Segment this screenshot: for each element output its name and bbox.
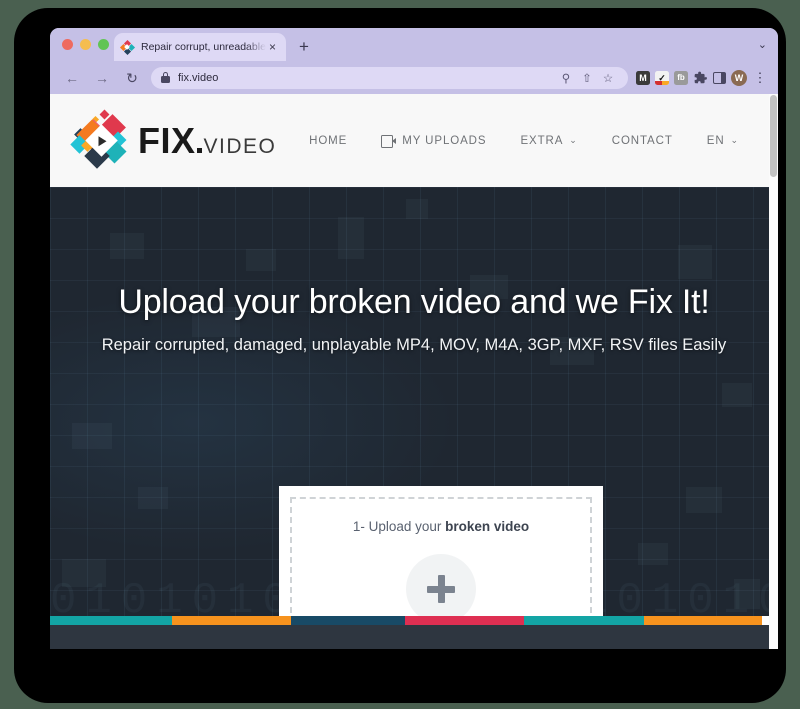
- chevron-down-icon: ⌄: [730, 135, 739, 145]
- reload-button[interactable]: ↻: [119, 65, 145, 91]
- fix-video-logo-icon: [70, 109, 132, 172]
- close-icon[interactable]: ×: [266, 41, 279, 53]
- page-title: Upload your broken video and we Fix It!: [118, 283, 710, 321]
- extension-facebook-tools[interactable]: fb: [674, 70, 688, 85]
- stripe-segment-2: [291, 616, 405, 625]
- stripe-segment-4: [405, 616, 524, 625]
- nav-item-label: MY UPLOADS: [402, 134, 487, 147]
- back-button[interactable]: ←: [59, 65, 85, 91]
- new-tab-button[interactable]: +: [294, 37, 314, 57]
- search-icon[interactable]: ⚲: [556, 71, 576, 85]
- hero-text-block: Upload your broken video and we Fix It! …: [50, 187, 778, 355]
- hero-subtitle: Repair corrupted, damaged, unplayable MP…: [101, 336, 727, 354]
- wordmark-fix: FIX: [138, 119, 196, 161]
- browser-window: Repair corrupt, unreadable MP × + ⌄ ← → …: [50, 28, 778, 649]
- nav-item-label: EN: [706, 134, 725, 147]
- browser-tab-title: Repair corrupt, unreadable MP: [141, 41, 266, 53]
- scrollbar-thumb[interactable]: [770, 95, 777, 177]
- extensions-puzzle-icon[interactable]: [693, 71, 708, 85]
- chevron-down-icon[interactable]: ⌄: [758, 38, 767, 51]
- bookmark-star-icon[interactable]: ☆: [598, 71, 618, 85]
- window-minimize-button[interactable]: [80, 39, 91, 50]
- side-panel-icon[interactable]: [713, 71, 726, 84]
- site-wordmark: FIX VIDEO: [138, 120, 276, 162]
- address-bar-actions: ⚲ ⇧ ☆: [556, 71, 618, 85]
- stripe-segment-0: [50, 616, 172, 625]
- window-traffic-lights: [62, 39, 109, 50]
- upload-step-prefix: 1- Upload your: [352, 519, 446, 534]
- address-bar-url: fix.video: [178, 71, 219, 84]
- stripe-segment-5: [524, 616, 644, 625]
- window-close-button[interactable]: [62, 39, 73, 50]
- stripe-segment-1: [172, 616, 291, 625]
- page-viewport: FIX VIDEO HOME MY UPLOADS EXTRA ⌄ CONTAC…: [50, 94, 778, 649]
- nav-item-my-uploads[interactable]: MY UPLOADS: [364, 134, 503, 148]
- browser-toolbar: ← → ↻ fix.video ⚲ ⇧ ☆ M ✓ fb W ⋮: [50, 61, 778, 94]
- site-navigation: HOME MY UPLOADS EXTRA ⌄ CONTACT EN ⌄: [292, 134, 756, 148]
- browser-tab-active[interactable]: Repair corrupt, unreadable MP ×: [114, 33, 286, 61]
- address-bar[interactable]: fix.video ⚲ ⇧ ☆: [151, 66, 628, 89]
- nav-item-extra[interactable]: EXTRA ⌄: [503, 135, 594, 147]
- wordmark-dot: [196, 147, 202, 153]
- nav-item-label: HOME: [309, 134, 348, 147]
- nav-item-contact[interactable]: CONTACT: [595, 135, 690, 147]
- lock-icon: [161, 72, 170, 83]
- fix-video-favicon: [119, 39, 136, 55]
- extension-grammar-check[interactable]: ✓: [655, 70, 669, 85]
- nav-item-language[interactable]: EN ⌄: [690, 135, 756, 147]
- forward-button[interactable]: →: [89, 65, 115, 91]
- wordmark-video: VIDEO: [203, 134, 277, 158]
- vertical-scrollbar[interactable]: [769, 94, 778, 649]
- upload-step-emphasis: broken video: [445, 519, 530, 534]
- chevron-down-icon: ⌄: [569, 135, 578, 145]
- site-footer-band: [50, 625, 778, 649]
- site-logo[interactable]: FIX VIDEO: [70, 109, 276, 172]
- window-maximize-button[interactable]: [98, 39, 109, 50]
- video-camera-icon: [381, 135, 397, 148]
- stripe-segment-6: [644, 616, 762, 625]
- nav-item-home[interactable]: HOME: [292, 135, 364, 147]
- extension-mailtrack[interactable]: M: [636, 70, 650, 85]
- browser-menu-button[interactable]: ⋮: [752, 71, 768, 84]
- upload-step-label: 1- Upload your broken video: [353, 519, 529, 534]
- nav-item-label: CONTACT: [611, 134, 673, 147]
- share-icon[interactable]: ⇧: [577, 71, 597, 85]
- avatar[interactable]: W: [731, 69, 747, 86]
- color-stripe-bar: [50, 616, 778, 625]
- nav-item-label: EXTRA: [520, 134, 564, 147]
- device-bezel: Repair corrupt, unreadable MP × + ⌄ ← → …: [14, 8, 786, 703]
- site-header: FIX VIDEO HOME MY UPLOADS EXTRA ⌄ CONTAC…: [50, 94, 778, 187]
- extension-toolbar: M ✓ fb W ⋮: [636, 69, 778, 86]
- browser-tab-strip: Repair corrupt, unreadable MP × + ⌄: [50, 28, 778, 61]
- plus-icon[interactable]: [406, 554, 476, 624]
